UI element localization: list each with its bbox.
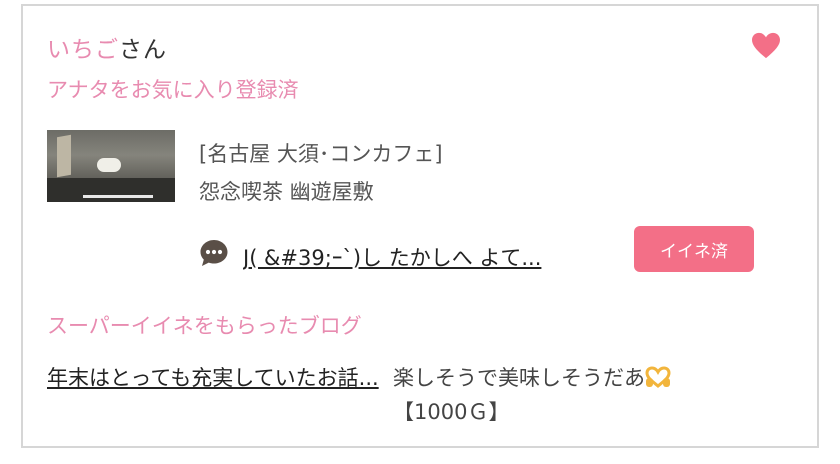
thumbnail-caption <box>83 195 153 198</box>
super-like-section-title: スーパーイイネをもらったブログ <box>47 314 362 338</box>
thumbnail-door <box>57 134 71 178</box>
heart-icon[interactable] <box>751 32 781 60</box>
thumbnail-floor <box>47 178 175 202</box>
super-like-comment: 楽しそうで美味しそうだあ 【1000Ｇ】 <box>393 361 813 429</box>
user-suffix: さん <box>119 37 167 63</box>
blog-title-link[interactable]: 年末はとっても充実していたお話... <box>47 361 383 395</box>
shop-category: [名古屋 大須･コンカフェ] <box>199 142 443 166</box>
heart-hands-emoji <box>645 366 671 388</box>
user-name[interactable]: いちご <box>47 37 119 63</box>
favorite-status: アナタをお気に入り登録済 <box>47 78 299 102</box>
thumbnail-dog <box>97 158 121 172</box>
shop-thumbnail[interactable] <box>47 130 175 202</box>
speech-bubble-icon <box>200 240 228 266</box>
super-like-comment-text: 楽しそうで美味しそうだあ <box>393 366 645 390</box>
user-line: いちごさん <box>47 30 167 64</box>
shop-name[interactable]: 怨念喫茶 幽遊屋敷 <box>199 176 374 206</box>
like-done-button[interactable]: イイネ済 <box>634 226 754 272</box>
comment-link[interactable]: J( &#39;ｰ`)し たかしへ よて... <box>243 242 621 272</box>
super-like-points: 【1000Ｇ】 <box>393 400 510 424</box>
favorite-card: いちごさん アナタをお気に入り登録済 [名古屋 大須･コンカフェ] 怨念喫茶 幽… <box>21 4 819 448</box>
